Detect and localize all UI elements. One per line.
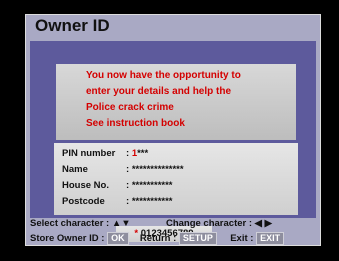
panel-body: You now have the opportunity to enter yo… <box>30 41 316 242</box>
house-no-row[interactable]: House No.: *********** <box>62 180 172 191</box>
store-owner-id-label: Store Owner ID : <box>30 233 105 244</box>
footer-key-hints: Store Owner ID : OK Return : SETUP Exit … <box>30 232 285 245</box>
up-down-arrow-icon: ▲▼ <box>111 218 131 229</box>
change-character-label: Change character : <box>165 218 253 229</box>
page-title: Owner ID <box>35 16 110 35</box>
pin-number-label: PIN number <box>62 148 116 159</box>
owner-details-box: PIN number: 1*** Name: ************** Ho… <box>54 143 298 215</box>
pin-number-row[interactable]: PIN number: 1*** <box>62 148 148 159</box>
select-character-label: Select character : <box>30 218 110 229</box>
info-message-box: You now have the opportunity to enter yo… <box>56 64 296 140</box>
message-line: Police crack crime <box>86 102 174 113</box>
postcode-label: Postcode <box>62 196 105 207</box>
owner-id-panel: Owner ID You now have the opportunity to… <box>25 14 321 246</box>
name-label: Name <box>62 164 88 175</box>
postcode-value: *********** <box>131 196 173 207</box>
exit-label: Exit : <box>230 233 254 244</box>
house-no-label: House No. <box>62 180 109 191</box>
exit-button[interactable]: EXIT <box>256 232 285 245</box>
postcode-row[interactable]: Postcode: *********** <box>62 196 172 207</box>
message-line: You now have the opportunity to <box>86 70 241 81</box>
ok-button[interactable]: OK <box>107 232 129 245</box>
name-row[interactable]: Name: ************** <box>62 164 184 175</box>
message-line: enter your details and help the <box>86 86 232 97</box>
return-label: Return : <box>139 233 177 244</box>
house-no-value: *********** <box>131 180 173 191</box>
setup-button[interactable]: SETUP <box>178 232 217 245</box>
footer-select-hint: Select character : ▲▼ Change character :… <box>30 218 272 229</box>
name-value: ************** <box>131 164 184 175</box>
pin-number-value: *** <box>137 148 149 159</box>
left-right-arrow-icon: ◀ ▶ <box>254 218 272 229</box>
message-line: See instruction book <box>86 118 185 129</box>
